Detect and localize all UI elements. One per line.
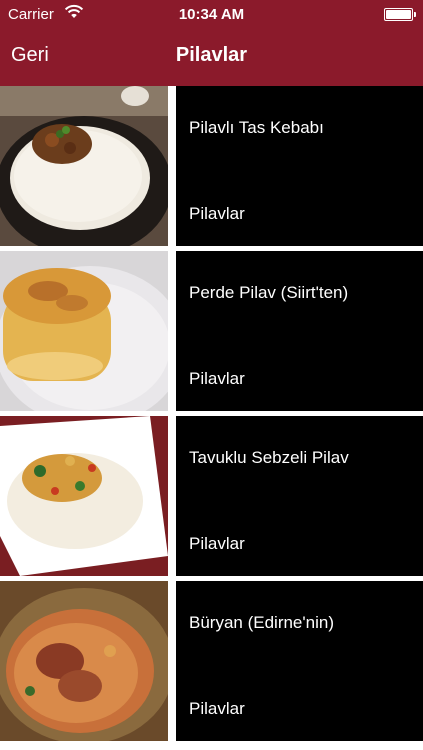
recipe-name: Tavuklu Sebzeli Pilav bbox=[189, 448, 349, 467]
recipe-image bbox=[0, 581, 168, 741]
page-title: Pilavlar bbox=[175, 44, 248, 66]
recipe-category: Pilavlar bbox=[189, 369, 245, 388]
recipe-category: Pilavlar bbox=[189, 534, 245, 553]
recipe-image bbox=[0, 86, 168, 246]
navigation-bar: Carrier 10:34 AM Geri Pilavlar bbox=[0, 0, 423, 86]
recipe-card: Tavuklu Sebzeli Pilav Pilavlar bbox=[176, 416, 423, 576]
clock: 10:34 AM bbox=[178, 6, 245, 23]
recipe-name: Pilavlı Tas Kebabı bbox=[189, 118, 324, 137]
recipe-category: Pilavlar bbox=[189, 699, 245, 718]
recipe-card: Büryan (Edirne'nin) Pilavlar bbox=[176, 581, 423, 741]
recipe-name: Büryan (Edirne'nin) bbox=[189, 613, 334, 632]
recipe-row[interactable]: Perde Pilav (Siirt'ten) Pilavlar bbox=[0, 251, 423, 411]
recipe-card: Pilavlı Tas Kebabı Pilavlar bbox=[176, 86, 423, 246]
battery-icon bbox=[384, 8, 416, 21]
recipe-card: Perde Pilav (Siirt'ten) Pilavlar bbox=[176, 251, 423, 411]
recipe-row[interactable]: Pilavlı Tas Kebabı Pilavlar bbox=[0, 86, 423, 246]
status-bar: Carrier 10:34 AM bbox=[0, 0, 423, 30]
recipe-image bbox=[0, 416, 168, 576]
recipe-name: Perde Pilav (Siirt'ten) bbox=[189, 283, 349, 302]
recipe-category: Pilavlar bbox=[189, 204, 245, 223]
recipe-image bbox=[0, 251, 168, 411]
back-button[interactable]: Geri bbox=[11, 44, 49, 67]
recipe-row[interactable]: Büryan (Edirne'nin) Pilavlar bbox=[0, 581, 423, 741]
recipe-row[interactable]: Tavuklu Sebzeli Pilav Pilavlar bbox=[0, 416, 423, 576]
